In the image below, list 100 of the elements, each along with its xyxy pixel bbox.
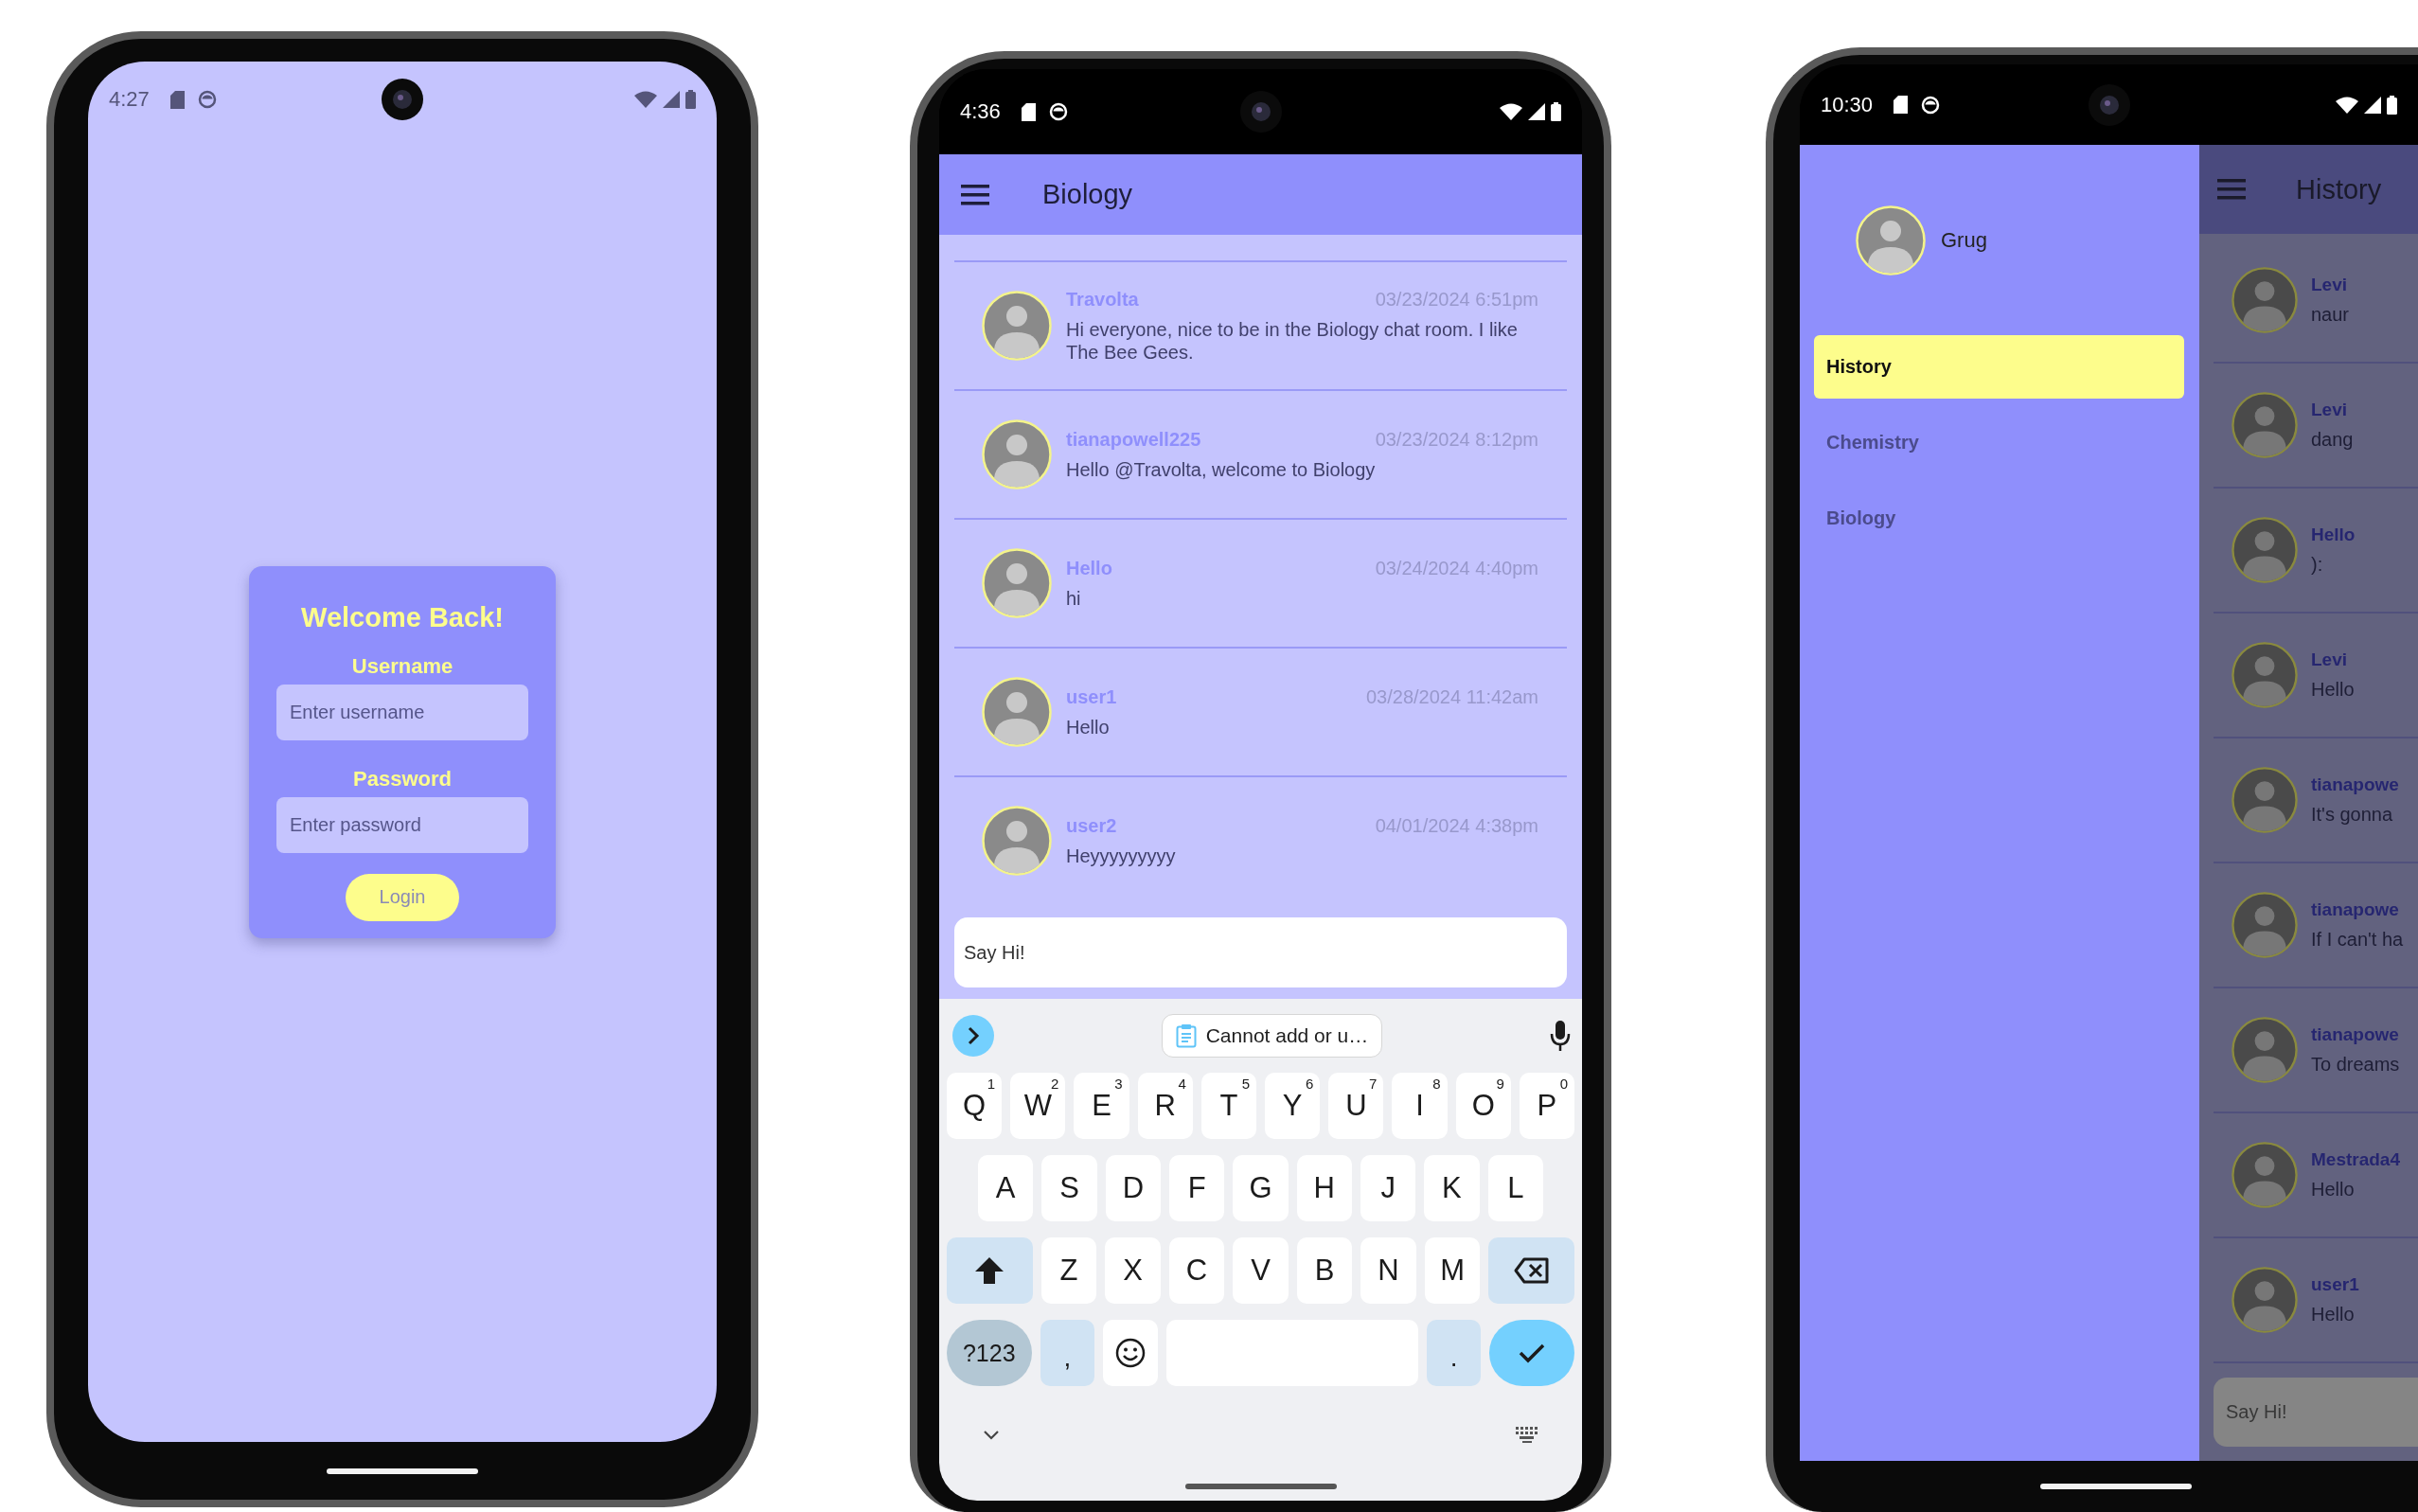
message-text: Hello — [2311, 678, 2356, 701]
avatar-icon — [982, 419, 1052, 489]
key[interactable]: Z — [1040, 1237, 1097, 1304]
signal-icon — [2364, 96, 2381, 114]
message-field[interactable]: Say Hi! — [954, 917, 1567, 987]
key[interactable]: X — [1105, 1237, 1161, 1304]
avatar-icon — [982, 548, 1052, 618]
wifi-icon — [2336, 96, 2358, 114]
user-name: Mestrada4 — [2311, 1149, 2400, 1170]
key[interactable]: J — [1360, 1155, 1416, 1221]
message-text: Hi everyone, nice to be in the Biology chat room. I like The Bee Gees. — [1066, 317, 1519, 364]
key[interactable]: A — [978, 1155, 1034, 1221]
avatar-icon — [982, 291, 1052, 361]
status-time: 4:27 — [109, 87, 150, 112]
menu-icon[interactable] — [961, 184, 989, 205]
key[interactable]: F — [1169, 1155, 1225, 1221]
key[interactable]: H — [1296, 1155, 1352, 1221]
key[interactable]: N — [1360, 1237, 1416, 1304]
message-text: Hello @Travolta, welcome to Biology — [1066, 457, 1377, 481]
avatar-icon — [2231, 1017, 2298, 1083]
clipboard-chip[interactable]: Cannot add or u… — [1161, 1014, 1383, 1058]
wifi-icon — [1500, 103, 1522, 120]
key[interactable]: S — [1041, 1155, 1097, 1221]
key[interactable]: E 3 — [1074, 1073, 1129, 1139]
card-title: Welcome Back! — [301, 601, 504, 633]
key[interactable]: U 7 — [1328, 1073, 1384, 1139]
home-indicator[interactable] — [327, 1468, 478, 1474]
status-circle-icon — [1048, 102, 1068, 121]
key[interactable]: G — [1233, 1155, 1289, 1221]
avatar-icon — [2231, 517, 2298, 583]
message-text: Heyyyyyyyyy — [1066, 844, 1177, 867]
backspace-icon — [1513, 1257, 1550, 1284]
shift-key[interactable] — [947, 1237, 1033, 1304]
key[interactable]: T 5 — [1200, 1073, 1256, 1139]
status-circle-icon — [197, 90, 217, 109]
avatar-icon — [2231, 392, 2298, 458]
sd-card-icon — [169, 90, 185, 109]
user-name: Levi — [2311, 649, 2348, 670]
user-name: user1 — [2311, 1274, 2359, 1295]
key[interactable]: K — [1424, 1155, 1480, 1221]
keyboard-icon[interactable] — [1516, 1426, 1540, 1444]
key[interactable]: P 0 — [1519, 1073, 1575, 1139]
smiley-icon — [1115, 1338, 1147, 1368]
message-text: ): — [2311, 553, 2324, 576]
signal-icon — [1528, 103, 1545, 120]
message-text: hi — [1066, 586, 1082, 610]
message-text: naur — [2311, 303, 2351, 326]
status-circle-icon — [1921, 95, 1941, 115]
camera-lens-icon — [1239, 91, 1282, 133]
user-name: Levi — [2311, 400, 2348, 420]
symbols-key[interactable]: ?123 — [947, 1320, 1032, 1386]
user-name: Levi — [2311, 275, 2348, 295]
field-label: Password — [353, 766, 452, 792]
message-text: dang — [2311, 428, 2355, 451]
backspace-key[interactable] — [1488, 1237, 1574, 1304]
key[interactable]: , — [1040, 1320, 1095, 1386]
text-field[interactable]: Enter password — [276, 796, 528, 853]
message-field[interactable]: Say Hi! — [2214, 1378, 2418, 1447]
key[interactable]: I 8 — [1392, 1073, 1448, 1139]
status-time: 10:30 — [1821, 92, 1874, 117]
user-name: tianapowe — [2311, 899, 2399, 920]
microphone-icon[interactable] — [1550, 1020, 1571, 1052]
key[interactable]: B — [1296, 1237, 1353, 1304]
key[interactable]: M — [1424, 1237, 1481, 1304]
message-text: If I can't ha — [2311, 928, 2405, 951]
clipboard-icon — [1175, 1023, 1197, 1048]
shift-icon — [974, 1256, 1005, 1285]
key[interactable]: C — [1168, 1237, 1225, 1304]
key[interactable]: O 9 — [1455, 1073, 1511, 1139]
key[interactable]: Y 6 — [1265, 1073, 1321, 1139]
key[interactable]: R 4 — [1137, 1073, 1193, 1139]
message-text: Hello — [2311, 1303, 2356, 1325]
camera-lens-icon — [2088, 83, 2130, 126]
emoji-key[interactable] — [1103, 1320, 1158, 1386]
drawer-item[interactable]: History — [1814, 335, 2184, 399]
user-name: tianapowe — [2311, 774, 2399, 795]
chevron-right-icon — [967, 1026, 980, 1045]
key[interactable]: W 2 — [1010, 1073, 1066, 1139]
user-name: tianapowe — [2311, 1024, 2399, 1045]
app-bar-title: History — [2296, 173, 2382, 205]
message-text: To dreams — [2311, 1053, 2401, 1076]
battery-icon — [1551, 102, 1561, 121]
avatar-icon — [2231, 642, 2298, 708]
avatar-icon — [982, 806, 1052, 876]
expand-button[interactable] — [952, 1015, 994, 1057]
avatar-icon — [1856, 205, 1926, 276]
avatar-icon — [982, 677, 1052, 747]
avatar-icon — [2231, 1142, 2298, 1208]
key[interactable]: Q 1 — [947, 1073, 1003, 1139]
key[interactable]: D — [1105, 1155, 1161, 1221]
key[interactable]: V — [1233, 1237, 1289, 1304]
checkmark-icon — [1518, 1342, 1547, 1364]
user-name: Grug — [1941, 228, 1987, 253]
chevron-down-icon[interactable] — [983, 1430, 1000, 1440]
user-name: Hello — [2311, 525, 2356, 545]
key[interactable]: . — [1426, 1320, 1482, 1386]
text-field[interactable]: Enter username — [276, 684, 528, 740]
field-label: Username — [351, 653, 453, 679]
key[interactable]: L — [1487, 1155, 1543, 1221]
message-text: It's gonna — [2311, 803, 2394, 826]
